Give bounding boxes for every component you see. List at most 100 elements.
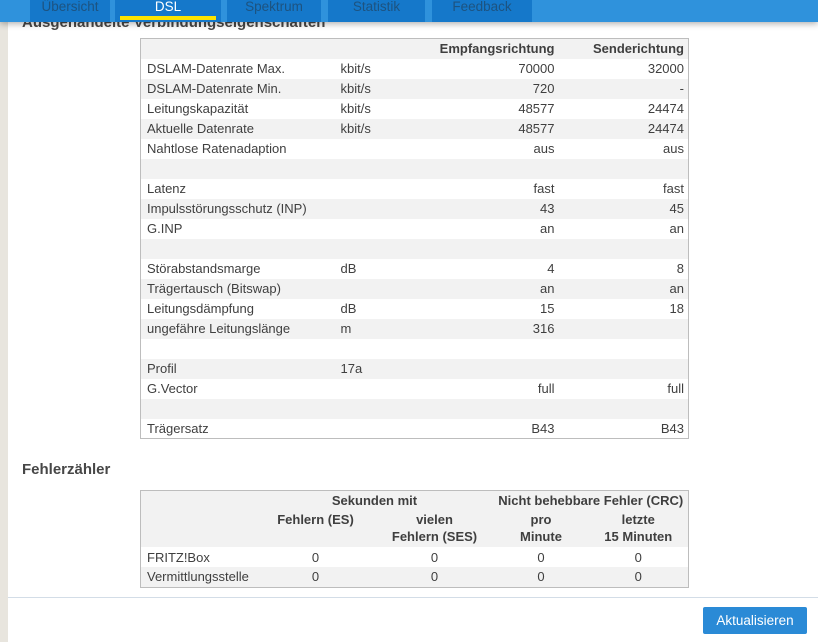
row-receive-value: aus — [533, 141, 555, 156]
refresh-button[interactable]: Aktualisieren — [703, 607, 807, 634]
row-label: Vermittlungsstelle — [147, 569, 249, 585]
table-row: Leitungskapazität kbit/s 48577 24474 — [140, 98, 689, 119]
row-unit: kbit/s — [340, 81, 371, 96]
row-send-value: 45 — [669, 201, 684, 216]
crc-per-minute-value: 0 — [537, 569, 545, 585]
row-label: Leitungskapazität — [147, 101, 249, 116]
row-unit — [341, 199, 431, 219]
row-unit: dB — [340, 261, 357, 276]
row-unit — [341, 179, 431, 199]
column-header-send: Senderichtung — [592, 41, 684, 57]
tab-feedback[interactable]: Feedback — [432, 0, 532, 22]
tab-label: Feedback — [452, 0, 512, 14]
active-tab-underline — [120, 16, 216, 20]
tab-label: DSL — [154, 0, 182, 14]
error-counter-heading: Fehlerzähler — [22, 461, 111, 478]
row-send-value: an — [669, 221, 684, 236]
tab-bar: Übersicht DSL Spektrum Statistik Feedbac… — [0, 0, 818, 22]
group-header-row: Sekunden mit Nicht behebbare Fehler (CRC… — [140, 490, 689, 511]
row-send-value: 8 — [676, 261, 684, 276]
row-send-value: 24474 — [647, 121, 684, 136]
row-send-value: B43 — [660, 420, 684, 436]
table-row: FRITZ!Box 0 0 0 0 — [140, 547, 689, 567]
row-receive-value: 4 — [547, 261, 555, 276]
column-header-crc-15-minutes: letzte 15 Minuten — [604, 512, 673, 544]
table-row: Vermittlungsstelle 0 0 0 0 — [140, 567, 689, 587]
row-unit: 17a — [340, 361, 363, 376]
row-label: Nahtlose Ratenadaption — [147, 141, 287, 156]
spacer-row — [140, 398, 689, 419]
crc-15-minutes-value: 0 — [634, 549, 642, 565]
es-value: 0 — [311, 549, 320, 565]
tab-label: Spektrum — [245, 0, 303, 14]
table-row: G.INP an an — [140, 218, 689, 239]
row-label: Störabstandsmarge — [147, 261, 261, 276]
row-label: FRITZ!Box — [147, 549, 210, 565]
table-row: Impulsstörungsschutz (INP) 43 45 — [140, 198, 689, 219]
row-receive-value — [431, 359, 561, 379]
row-label: G.INP — [147, 221, 183, 236]
table-row: Latenz fast fast — [140, 178, 689, 199]
row-label: DSLAM-Datenrate Max. — [147, 61, 285, 76]
spacer-row — [140, 338, 689, 359]
row-label: DSLAM-Datenrate Min. — [147, 81, 282, 96]
row-label: Leitungsdämpfung — [147, 301, 254, 316]
table-row: DSLAM-Datenrate Min. kbit/s 720 - — [140, 78, 689, 99]
row-receive-value: 43 — [540, 201, 555, 216]
table-row: DSLAM-Datenrate Max. kbit/s 70000 32000 — [140, 58, 689, 79]
group-header-crc: Nicht behebbare Fehler (CRC) — [498, 493, 684, 508]
row-send-value: 24474 — [647, 101, 684, 116]
row-receive-value: 720 — [532, 81, 555, 96]
table-row: Profil 17a — [140, 358, 689, 379]
row-send-value: - — [679, 81, 684, 96]
es-value: 0 — [311, 569, 320, 585]
row-label: Trägersatz — [147, 420, 209, 436]
row-send-value — [561, 359, 689, 379]
tab-uebersicht[interactable]: Übersicht — [30, 0, 110, 22]
row-unit — [341, 279, 431, 299]
table-row: Störabstandsmarge dB 4 8 — [140, 258, 689, 279]
column-header-crc-per-minute: pro Minute — [520, 512, 562, 544]
tab-spektrum[interactable]: Spektrum — [227, 0, 321, 22]
table-row: Trägertausch (Bitswap) an an — [140, 278, 689, 299]
row-unit — [341, 219, 431, 239]
table-row: ungefähre Leitungslänge m 316 — [140, 318, 689, 339]
page-left-margin — [0, 0, 8, 642]
row-unit: m — [340, 321, 352, 336]
row-unit — [341, 139, 431, 159]
spacer-row — [140, 158, 689, 179]
row-receive-value: 15 — [540, 301, 555, 316]
row-send-value: 32000 — [647, 61, 684, 76]
column-header-es: Fehlern (ES) — [277, 512, 354, 527]
row-send-value — [561, 319, 689, 339]
row-label: ungefähre Leitungslänge — [147, 321, 291, 336]
row-send-value: an — [669, 281, 684, 296]
footer-divider — [8, 597, 818, 598]
row-receive-value: 48577 — [518, 121, 555, 136]
row-receive-value: fast — [533, 181, 555, 196]
row-unit: kbit/s — [340, 101, 371, 116]
row-receive-value: B43 — [531, 420, 555, 436]
table-row: Aktuelle Datenrate kbit/s 48577 24474 — [140, 118, 689, 139]
row-unit: dB — [340, 301, 357, 316]
sub-header-row: Fehlern (ES) vielen Fehlern (SES) pro Mi… — [140, 511, 689, 547]
row-send-value: full — [667, 381, 684, 396]
tab-statistik[interactable]: Statistik — [328, 0, 425, 22]
table-header-row: Empfangsrichtung Senderichtung — [140, 38, 689, 59]
crc-15-minutes-value: 0 — [634, 569, 642, 585]
dsl-info-page: Ausgehandelte Verbindungseigenschaften Ü… — [0, 0, 818, 642]
row-unit — [341, 419, 431, 439]
crc-per-minute-value: 0 — [537, 549, 545, 565]
row-receive-value: 48577 — [518, 101, 555, 116]
row-receive-value: an — [540, 281, 555, 296]
tab-label: Übersicht — [41, 0, 99, 14]
row-send-value: fast — [663, 181, 684, 196]
column-header-ses: vielen Fehlern (SES) — [391, 512, 478, 544]
spacer-row — [140, 238, 689, 259]
tab-dsl[interactable]: DSL — [115, 0, 221, 22]
row-label: Trägertausch (Bitswap) — [147, 281, 281, 296]
table-row: Trägersatz B43 B43 — [140, 418, 689, 439]
table-row: Nahtlose Ratenadaption aus aus — [140, 138, 689, 159]
group-header-seconds: Sekunden mit — [331, 493, 418, 508]
ses-value: 0 — [430, 549, 439, 565]
